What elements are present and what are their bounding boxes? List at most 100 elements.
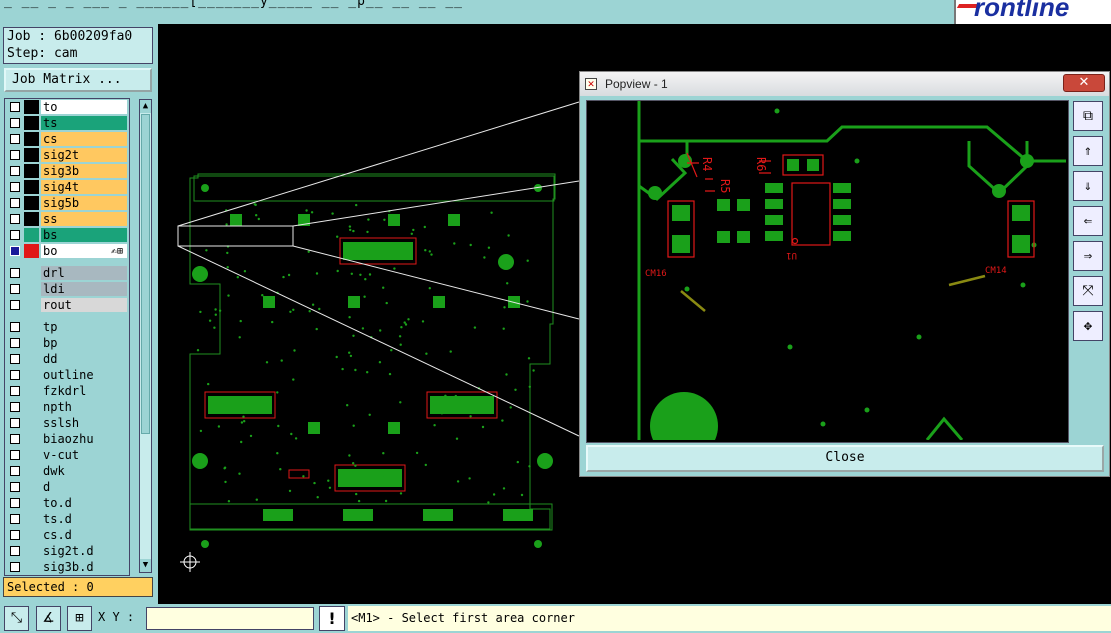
pan-up-icon[interactable]: ⇑ bbox=[1073, 136, 1103, 166]
scroll-up-icon[interactable]: ▲ bbox=[140, 100, 151, 113]
layer-color-swatch[interactable] bbox=[24, 228, 39, 242]
menu-text[interactable]: _ __ _ _ ___ _ ______[_______y_____ __ _… bbox=[4, 0, 463, 9]
zoom-in-icon[interactable]: ✥ bbox=[1073, 311, 1103, 341]
layer-name[interactable]: cs bbox=[41, 132, 127, 146]
layer-row-fzkdrl[interactable]: fzkdrl bbox=[5, 383, 129, 399]
layer-color-swatch[interactable] bbox=[24, 320, 39, 334]
layer-checkbox[interactable] bbox=[10, 482, 20, 492]
layer-row-d[interactable]: d bbox=[5, 479, 129, 495]
layer-row-biaozhu[interactable]: biaozhu bbox=[5, 431, 129, 447]
layer-row-sig5b[interactable]: sig5b bbox=[5, 195, 129, 211]
layer-color-swatch[interactable] bbox=[24, 282, 39, 296]
layer-row-sig3b.d[interactable]: sig3b.d bbox=[5, 559, 129, 575]
layer-row-sig2t.d[interactable]: sig2t.d bbox=[5, 543, 129, 559]
layer-checkbox[interactable] bbox=[10, 562, 20, 572]
layer-color-swatch[interactable] bbox=[24, 464, 39, 478]
layer-name[interactable]: sig2t bbox=[41, 148, 127, 162]
layer-row-ts[interactable]: ts bbox=[5, 115, 129, 131]
layer-checkbox[interactable] bbox=[10, 450, 20, 460]
layer-name[interactable]: bs bbox=[41, 228, 127, 242]
layer-name[interactable]: drl bbox=[41, 266, 127, 280]
layer-name[interactable]: sig5b bbox=[41, 196, 127, 210]
layer-row-to[interactable]: to bbox=[5, 99, 129, 115]
layer-name[interactable]: sslsh bbox=[41, 416, 127, 430]
layer-color-swatch[interactable] bbox=[24, 560, 39, 574]
layer-scrollbar[interactable]: ▲ ▼ bbox=[139, 99, 152, 573]
layer-checkbox[interactable] bbox=[10, 402, 20, 412]
layer-row-dd[interactable]: dd bbox=[5, 351, 129, 367]
layer-name[interactable]: d bbox=[41, 480, 127, 494]
layer-name[interactable]: tp bbox=[41, 320, 127, 334]
layer-checkbox[interactable] bbox=[10, 150, 20, 160]
grid-icon[interactable]: ⊞ bbox=[67, 606, 92, 631]
layer-color-swatch[interactable] bbox=[24, 148, 39, 162]
layer-checkbox[interactable] bbox=[10, 546, 20, 556]
layer-checkbox[interactable] bbox=[10, 182, 20, 192]
window-close-icon[interactable]: ✕ bbox=[1063, 74, 1105, 92]
layer-name[interactable]: bo ✍⊞ bbox=[41, 244, 127, 258]
fit-icon[interactable]: ⧉ bbox=[1073, 101, 1103, 131]
layer-row-sig4t[interactable]: sig4t bbox=[5, 179, 129, 195]
layer-checkbox[interactable] bbox=[10, 134, 20, 144]
layer-color-swatch[interactable] bbox=[24, 352, 39, 366]
layer-name[interactable]: sig3b bbox=[41, 164, 127, 178]
layer-name[interactable]: rout bbox=[41, 298, 127, 312]
popview-titlebar[interactable]: ✕ Popview - 1 ✕ bbox=[580, 72, 1109, 96]
pan-down-icon[interactable]: ⇓ bbox=[1073, 171, 1103, 201]
layer-checkbox[interactable] bbox=[10, 354, 20, 364]
layer-checkbox[interactable] bbox=[10, 214, 20, 224]
layer-checkbox[interactable] bbox=[10, 338, 20, 348]
layer-color-swatch[interactable] bbox=[24, 298, 39, 312]
job-matrix-button[interactable]: Job Matrix ... bbox=[4, 68, 152, 92]
layer-checkbox[interactable] bbox=[10, 434, 20, 444]
layer-name[interactable]: outline bbox=[41, 368, 127, 382]
measure-icon[interactable]: ∡ bbox=[36, 606, 61, 631]
layer-name[interactable]: npth bbox=[41, 400, 127, 414]
layer-color-swatch[interactable] bbox=[24, 448, 39, 462]
pan-right-icon[interactable]: ⇒ bbox=[1073, 241, 1103, 271]
layer-row-npth[interactable]: npth bbox=[5, 399, 129, 415]
layer-color-swatch[interactable] bbox=[24, 132, 39, 146]
layer-row-outline[interactable]: outline bbox=[5, 367, 129, 383]
layer-row-bs[interactable]: bs bbox=[5, 227, 129, 243]
layer-color-swatch[interactable] bbox=[24, 400, 39, 414]
layer-color-swatch[interactable] bbox=[24, 368, 39, 382]
layer-name[interactable]: sig2t.d bbox=[41, 544, 127, 558]
layer-checkbox[interactable] bbox=[10, 498, 20, 508]
layer-color-swatch[interactable] bbox=[24, 544, 39, 558]
layer-row-bp[interactable]: bp bbox=[5, 335, 129, 351]
layer-checkbox[interactable] bbox=[10, 246, 20, 256]
layer-color-swatch[interactable] bbox=[24, 196, 39, 210]
scroll-down-icon[interactable]: ▼ bbox=[140, 559, 151, 572]
layer-name[interactable]: bp bbox=[41, 336, 127, 350]
layer-color-swatch[interactable] bbox=[24, 512, 39, 526]
scroll-thumb[interactable] bbox=[141, 114, 150, 434]
layer-color-swatch[interactable] bbox=[24, 336, 39, 350]
layer-row-ts.d[interactable]: ts.d bbox=[5, 511, 129, 527]
layer-name[interactable]: to bbox=[41, 100, 127, 114]
layer-row-drl[interactable]: drl bbox=[5, 265, 129, 281]
layer-row-sig2t[interactable]: sig2t bbox=[5, 147, 129, 163]
layer-checkbox[interactable] bbox=[10, 198, 20, 208]
xy-input[interactable] bbox=[146, 607, 314, 630]
pan-left-icon[interactable]: ⇐ bbox=[1073, 206, 1103, 236]
layer-color-swatch[interactable] bbox=[24, 432, 39, 446]
layer-checkbox[interactable] bbox=[10, 370, 20, 380]
layer-name[interactable]: sig4t bbox=[41, 180, 127, 194]
layer-color-swatch[interactable] bbox=[24, 528, 39, 542]
layer-name[interactable]: dwk bbox=[41, 464, 127, 478]
layer-checkbox[interactable] bbox=[10, 268, 20, 278]
layer-name[interactable]: cs.d bbox=[41, 528, 127, 542]
layer-name[interactable]: to.d bbox=[41, 496, 127, 510]
layer-color-swatch[interactable] bbox=[24, 164, 39, 178]
layer-row-rout[interactable]: rout bbox=[5, 297, 129, 313]
layer-row-sslsh[interactable]: sslsh bbox=[5, 415, 129, 431]
layer-checkbox[interactable] bbox=[10, 284, 20, 294]
layer-row-v-cut[interactable]: v-cut bbox=[5, 447, 129, 463]
layer-row-ss[interactable]: ss bbox=[5, 211, 129, 227]
layer-color-swatch[interactable] bbox=[24, 384, 39, 398]
layer-checkbox[interactable] bbox=[10, 322, 20, 332]
layer-row-tp[interactable]: tp bbox=[5, 319, 129, 335]
layer-color-swatch[interactable] bbox=[24, 100, 39, 114]
layer-checkbox[interactable] bbox=[10, 466, 20, 476]
